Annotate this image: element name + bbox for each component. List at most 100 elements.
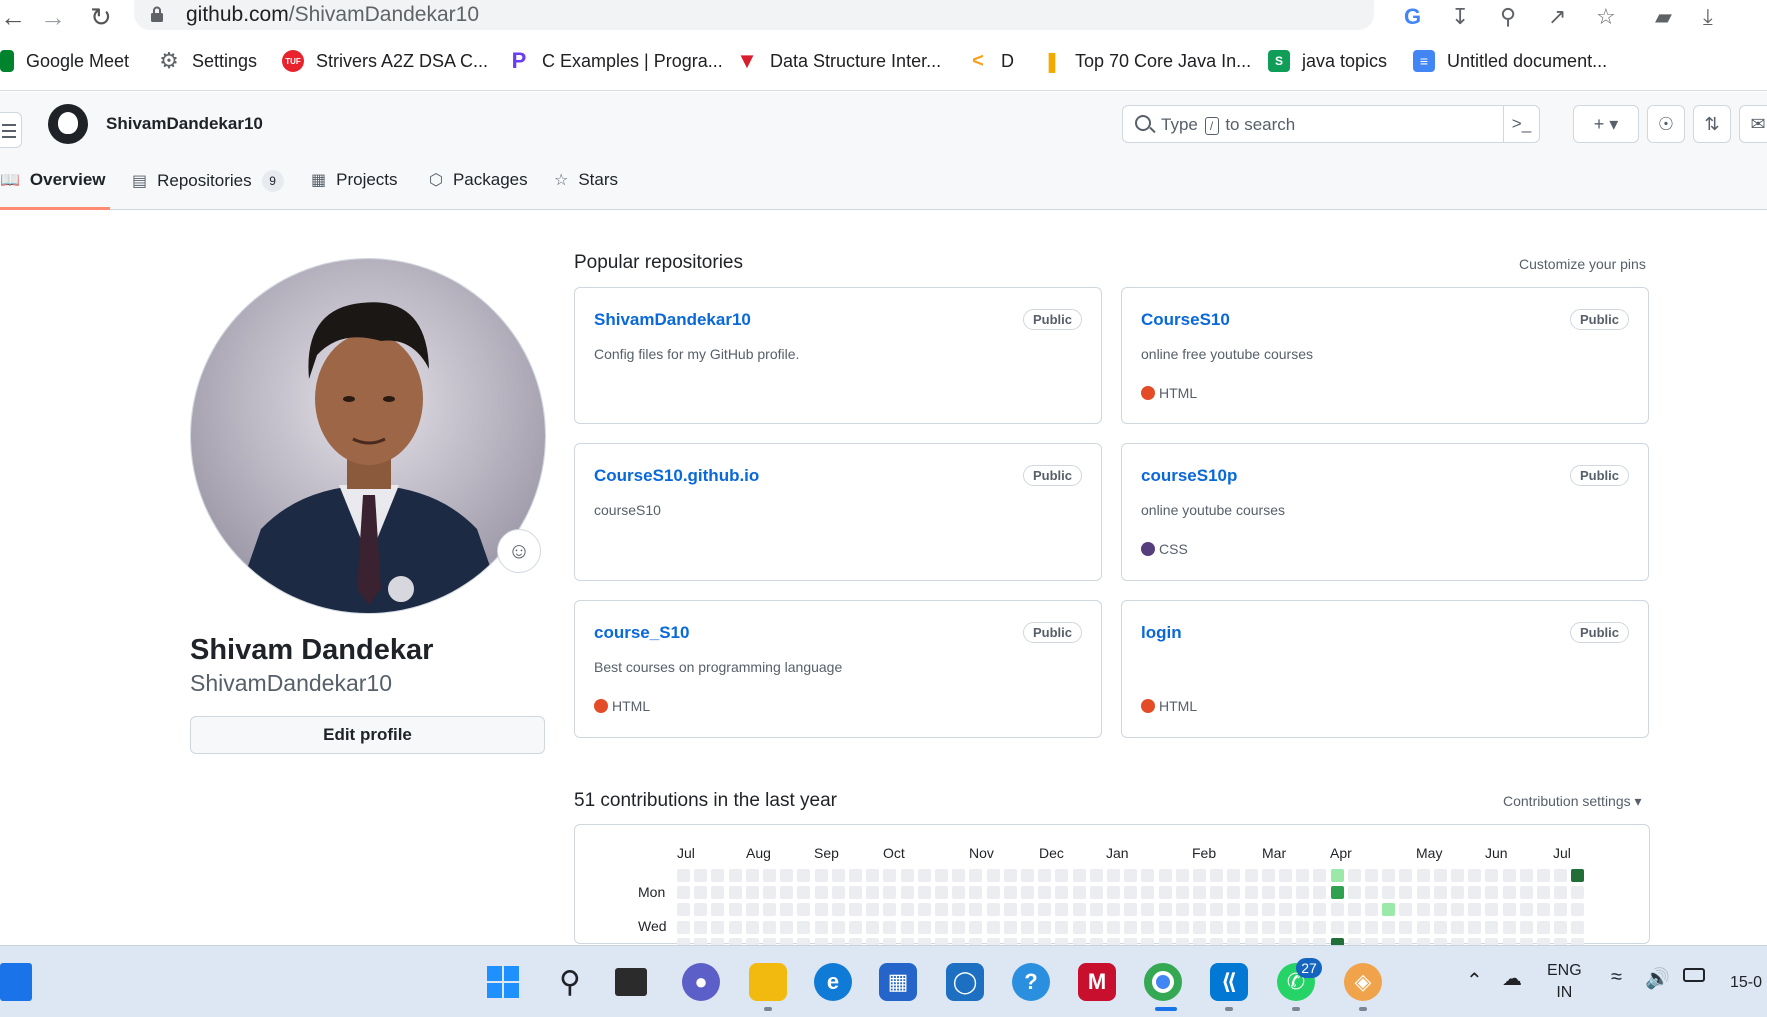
contribution-day[interactable] xyxy=(866,886,879,899)
contribution-day[interactable] xyxy=(1503,903,1516,916)
contribution-day[interactable] xyxy=(1296,869,1309,882)
search-input[interactable]: Type / to search >_ xyxy=(1122,105,1540,143)
contribution-day[interactable] xyxy=(729,869,742,882)
contribution-day[interactable] xyxy=(1141,921,1154,934)
contribution-day[interactable] xyxy=(1382,869,1395,882)
contribution-day[interactable] xyxy=(780,903,793,916)
contribution-day[interactable] xyxy=(1537,869,1550,882)
contribution-day[interactable] xyxy=(1554,903,1567,916)
contribution-day[interactable] xyxy=(1073,869,1086,882)
contribution-day[interactable] xyxy=(1571,921,1584,934)
contribution-day[interactable] xyxy=(987,921,1000,934)
menu-button[interactable] xyxy=(0,112,22,148)
teams-chat-icon[interactable]: ● xyxy=(682,963,720,1001)
bookmark-java-topics[interactable]: Sjava topics xyxy=(1268,50,1387,72)
contribution-day[interactable] xyxy=(1348,903,1361,916)
contribution-day[interactable] xyxy=(1331,869,1344,882)
contribution-day[interactable] xyxy=(746,903,759,916)
contribution-day[interactable] xyxy=(901,886,914,899)
contribution-day[interactable] xyxy=(901,921,914,934)
contribution-day[interactable] xyxy=(1399,886,1412,899)
contribution-day[interactable] xyxy=(1417,869,1430,882)
contribution-day[interactable] xyxy=(1279,869,1292,882)
contribution-day[interactable] xyxy=(780,886,793,899)
repo-link[interactable]: login xyxy=(1141,623,1182,643)
avatar[interactable] xyxy=(190,258,546,614)
contribution-day[interactable] xyxy=(1210,886,1223,899)
contribution-day[interactable] xyxy=(1021,869,1034,882)
tab-packages[interactable]: ⬡ Packages xyxy=(429,170,528,190)
contribution-day[interactable] xyxy=(1262,921,1275,934)
contribution-day[interactable] xyxy=(1159,921,1172,934)
contribution-day[interactable] xyxy=(918,921,931,934)
contribution-day[interactable] xyxy=(1107,903,1120,916)
pull-requests-icon[interactable]: ⇅ xyxy=(1693,105,1731,143)
bookmark-star-icon[interactable]: ☆ xyxy=(1596,4,1616,30)
contribution-day[interactable] xyxy=(729,886,742,899)
reload-icon[interactable]: ↻ xyxy=(90,2,112,33)
contribution-day[interactable] xyxy=(1141,869,1154,882)
contribution-day[interactable] xyxy=(1262,886,1275,899)
back-icon[interactable]: ← xyxy=(0,2,26,33)
contribution-day[interactable] xyxy=(1193,921,1206,934)
contribution-day[interactable] xyxy=(849,921,862,934)
contribution-day[interactable] xyxy=(1055,886,1068,899)
contribution-day[interactable] xyxy=(987,869,1000,882)
contribution-day[interactable] xyxy=(883,903,896,916)
contribution-day[interactable] xyxy=(1141,886,1154,899)
contribution-day[interactable] xyxy=(1090,886,1103,899)
contribution-day[interactable] xyxy=(952,921,965,934)
bookmark-google-meet[interactable]: Google Meet xyxy=(0,50,129,72)
contribution-day[interactable] xyxy=(746,921,759,934)
task-view-icon[interactable] xyxy=(615,968,647,996)
contribution-day[interactable] xyxy=(1520,869,1533,882)
contribution-day[interactable] xyxy=(1176,921,1189,934)
contribution-day[interactable] xyxy=(935,869,948,882)
store-icon[interactable]: ▦ xyxy=(879,963,917,1001)
contribution-day[interactable] xyxy=(1262,903,1275,916)
contribution-day[interactable] xyxy=(729,903,742,916)
command-palette-icon[interactable]: >_ xyxy=(1503,106,1539,142)
vscode-icon[interactable]: ⟪ xyxy=(1210,963,1248,1001)
contribution-day[interactable] xyxy=(1038,921,1051,934)
contribution-day[interactable] xyxy=(1417,886,1430,899)
contribution-day[interactable] xyxy=(746,886,759,899)
contribution-day[interactable] xyxy=(1107,886,1120,899)
contribution-day[interactable] xyxy=(1468,886,1481,899)
contribution-day[interactable] xyxy=(1245,869,1258,882)
extensions-icon[interactable]: ▰ xyxy=(1655,4,1672,30)
contribution-day[interactable] xyxy=(1382,886,1395,899)
contribution-day[interactable] xyxy=(883,886,896,899)
contribution-day[interactable] xyxy=(1468,869,1481,882)
bookmark-untitled-doc[interactable]: ≡ Untitled document... xyxy=(1413,50,1607,72)
contribution-day[interactable] xyxy=(1021,921,1034,934)
contribution-day[interactable] xyxy=(1227,921,1240,934)
contribution-day[interactable] xyxy=(969,886,982,899)
contribution-day[interactable] xyxy=(694,903,707,916)
github-logo-icon[interactable] xyxy=(48,104,88,144)
contribution-day[interactable] xyxy=(935,921,948,934)
contribution-day[interactable] xyxy=(1537,903,1550,916)
contribution-day[interactable] xyxy=(677,921,690,934)
onedrive-icon[interactable]: ☁ xyxy=(1502,966,1522,991)
contribution-settings-link[interactable]: Contribution settings ▾ xyxy=(1503,793,1642,810)
contribution-day[interactable] xyxy=(1279,921,1292,934)
contribution-day[interactable] xyxy=(1571,869,1584,882)
contribution-day[interactable] xyxy=(797,886,810,899)
contribution-day[interactable] xyxy=(1176,869,1189,882)
contribution-day[interactable] xyxy=(1485,903,1498,916)
bookmark-data-structure[interactable]: ▼ Data Structure Inter... xyxy=(736,48,941,73)
contribution-day[interactable] xyxy=(1331,886,1344,899)
tab-overview[interactable]: 📖 Overview xyxy=(0,170,106,190)
contribution-day[interactable] xyxy=(952,886,965,899)
inbox-icon[interactable]: ✉ xyxy=(1739,105,1767,143)
contribution-day[interactable] xyxy=(729,921,742,934)
contribution-day[interactable] xyxy=(866,921,879,934)
contribution-day[interactable] xyxy=(1434,921,1447,934)
contribution-day[interactable] xyxy=(832,886,845,899)
chrome-icon[interactable] xyxy=(1144,963,1182,1001)
contribution-day[interactable] xyxy=(918,869,931,882)
contribution-day[interactable] xyxy=(883,869,896,882)
contribution-day[interactable] xyxy=(815,921,828,934)
contribution-day[interactable] xyxy=(969,869,982,882)
